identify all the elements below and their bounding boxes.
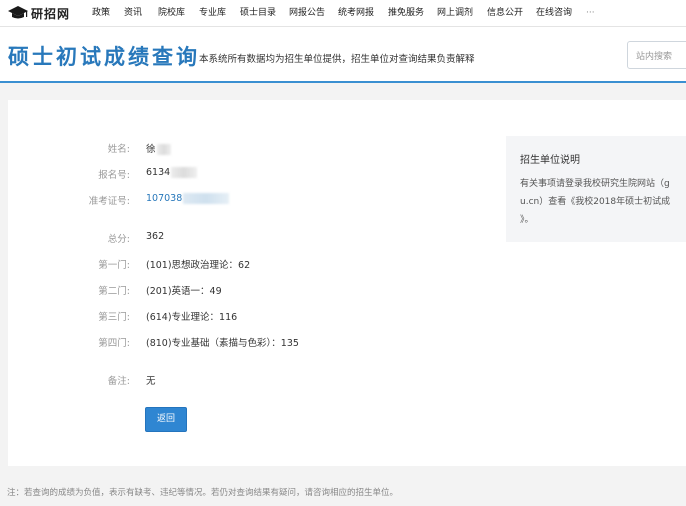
subject2-value: (201)英语一：49 [146,286,222,297]
site-search-input[interactable]: 站内搜索 [627,41,686,69]
subject2-label: 第二门: [98,286,130,297]
footer-note: 注：若查询的成绩为负值，表示有缺考、违纪等情况。若仍对查询结果有疑问，请咨询相应… [7,488,399,498]
reg-no-value: 6134 [146,167,198,178]
redaction-blur [183,193,230,204]
subject4-value: (810)专业基础（素描与色彩）：135 [146,338,299,349]
institution-notes-box: 招生单位说明 有关事项请登录我校研究生院网站（g u.cn）查看《我校2018年… [506,136,686,242]
back-button[interactable]: 返回 [145,407,187,432]
reg-no-label: 报名号: [98,170,130,181]
nav-item-majors[interactable]: 专业库 [199,7,226,19]
page-header: 硕士初试成绩查询 本系统所有数据均为招生单位提供，招生单位对查询结果负责解释 站… [0,27,686,83]
search-placeholder: 站内搜索 [636,52,673,62]
nav-item-policy[interactable]: 政策 [92,7,110,19]
nav-item-schools[interactable]: 院校库 [158,7,185,19]
nav-item-recommendation[interactable]: 推免服务 [388,7,424,19]
nav-more-icon[interactable]: ··· [586,7,595,19]
redaction-blur [171,167,198,178]
institution-notes-line3: 》。 [520,215,534,225]
name-label: 姓名: [107,144,130,155]
remark-value: 无 [146,376,156,387]
exam-no-value: 107038 [146,193,230,204]
redaction-blur [156,144,171,155]
institution-notes-title: 招生单位说明 [520,155,580,166]
total-value: 362 [146,231,165,242]
subject3-label: 第三门: [98,312,130,323]
page-subtitle: 本系统所有数据均为招生单位提供，招生单位对查询结果负责解释 [199,54,475,65]
total-label: 总分: [107,234,130,245]
nav-item-registration[interactable]: 统考网报 [338,7,374,19]
subject1-label: 第一门: [98,260,130,271]
name-value: 徐 [146,141,171,155]
subject1-value: (101)思想政治理论：62 [146,260,251,271]
nav-item-announcements[interactable]: 网报公告 [289,7,325,19]
subject3-value: (614)专业理论：116 [146,312,238,323]
nav-item-catalog[interactable]: 硕士目录 [240,7,276,19]
nav-item-consult[interactable]: 在线咨询 [536,7,572,19]
nav-item-disclosure[interactable]: 信息公开 [487,7,523,19]
exam-no-label: 准考证号: [88,196,130,207]
nav-item-news[interactable]: 资讯 [124,7,142,19]
logo-text: 研招网 [31,6,71,21]
graduation-cap-icon [8,5,28,21]
site-logo[interactable]: 研招网 [8,4,70,22]
remark-label: 备注: [107,376,130,387]
nav-item-adjustment[interactable]: 网上调剂 [437,7,473,19]
institution-notes-line1: 有关事项请登录我校研究生院网站（g [520,179,670,189]
top-nav: 研招网 政策 资讯 院校库 专业库 硕士目录 网报公告 统考网报 推免服务 网上… [0,0,686,27]
institution-notes-line2: u.cn）查看《我校2018年硕士初试成 [520,197,671,207]
subject4-label: 第四门: [98,338,130,349]
page-title: 硕士初试成绩查询 [8,45,200,69]
